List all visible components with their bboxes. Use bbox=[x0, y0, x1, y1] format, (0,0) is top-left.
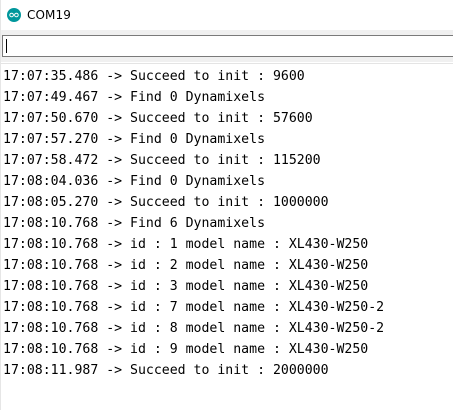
output-line: 17:08:04.036 -> Find 0 Dynamixels bbox=[3, 174, 266, 189]
title-bar: COM19 bbox=[1, 0, 453, 30]
serial-monitor-window: COM19 17:07:35.486 -> Succeed to init : … bbox=[0, 0, 453, 410]
output-line: 17:08:11.987 -> Succeed to init : 200000… bbox=[3, 363, 329, 378]
output-line: 17:08:10.768 -> id : 8 model name : XL43… bbox=[3, 321, 385, 336]
output-line: 17:08:05.270 -> Succeed to init : 100000… bbox=[3, 195, 329, 210]
text-caret bbox=[6, 39, 7, 53]
window-title: COM19 bbox=[27, 8, 71, 22]
output-lines: 17:07:35.486 -> Succeed to init : 9600 17… bbox=[1, 64, 453, 381]
output-line: 17:07:49.467 -> Find 0 Dynamixels bbox=[3, 90, 266, 105]
output-line: 17:08:10.768 -> id : 2 model name : XL43… bbox=[3, 258, 369, 273]
output-line: 17:07:50.670 -> Succeed to init : 57600 bbox=[3, 111, 313, 126]
send-input[interactable] bbox=[2, 35, 453, 57]
output-line: 17:07:35.486 -> Succeed to init : 9600 bbox=[3, 69, 305, 84]
output-line: 17:08:10.768 -> id : 7 model name : XL43… bbox=[3, 300, 385, 315]
output-line: 17:08:10.768 -> Find 6 Dynamixels bbox=[3, 216, 266, 231]
output-line: 17:08:10.768 -> id : 3 model name : XL43… bbox=[3, 279, 369, 294]
serial-output[interactable]: 17:07:35.486 -> Succeed to init : 9600 17… bbox=[1, 63, 453, 410]
output-line: 17:08:10.768 -> id : 1 model name : XL43… bbox=[3, 237, 369, 252]
output-line: 17:07:57.270 -> Find 0 Dynamixels bbox=[3, 132, 266, 147]
send-bar bbox=[1, 30, 453, 62]
output-line: 17:08:10.768 -> id : 9 model name : XL43… bbox=[3, 342, 369, 357]
arduino-icon bbox=[7, 8, 21, 22]
output-line: 17:07:58.472 -> Succeed to init : 115200 bbox=[3, 153, 321, 168]
